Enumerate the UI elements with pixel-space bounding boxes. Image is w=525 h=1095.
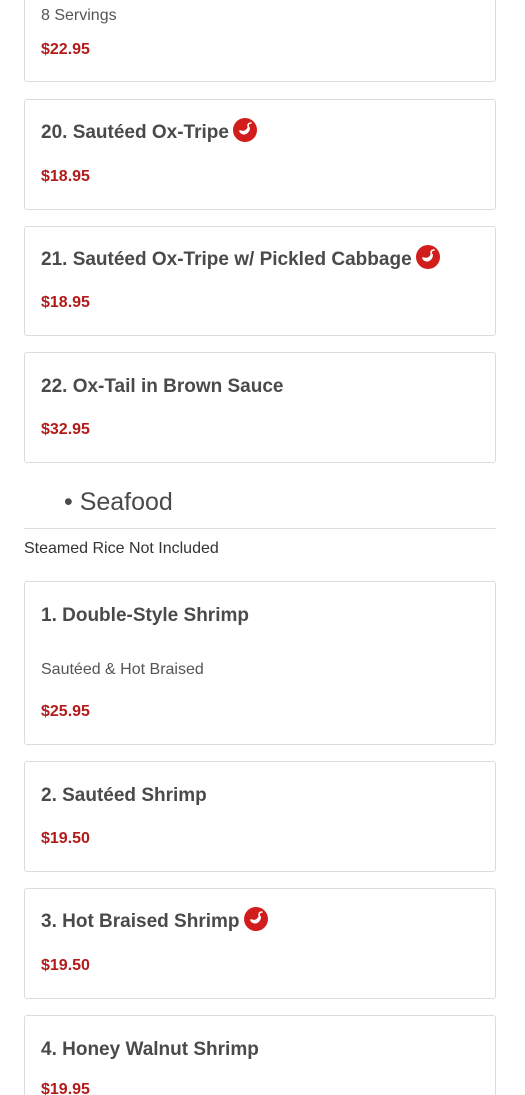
pepper-icon xyxy=(232,118,257,142)
item-description: Sautéed & Hot Braised xyxy=(41,661,204,678)
item-price: $25.95 xyxy=(41,703,90,720)
item-title: 1. Double-Style Shrimp xyxy=(41,605,249,627)
menu-item-card[interactable]: 22. Ox-Tail in Brown Sauce $32.95 xyxy=(24,352,496,463)
menu-item-card[interactable]: 8 Servings $22.95 xyxy=(24,0,496,82)
item-name: 20. Sautéed Ox-Tripe xyxy=(41,122,229,143)
menu-item-card[interactable]: 3. Hot Braised Shrimp $19.50 xyxy=(24,888,496,999)
item-price: $32.95 xyxy=(41,421,90,438)
menu-item-card[interactable]: 21. Sautéed Ox-Tripe w/ Pickled Cabbage … xyxy=(24,226,496,336)
item-servings: 8 Servings xyxy=(41,7,117,24)
item-title: 2. Sautéed Shrimp xyxy=(41,785,207,807)
menu-page: 8 Servings $22.95 20. Sautéed Ox-Tripe $… xyxy=(0,0,525,1095)
menu-item-card[interactable]: 4. Honey Walnut Shrimp $19.95 xyxy=(24,1015,496,1095)
item-name: 2. Sautéed Shrimp xyxy=(41,785,207,806)
item-name: 1. Double-Style Shrimp xyxy=(41,605,249,626)
section-note: Steamed Rice Not Included xyxy=(24,540,219,557)
pepper-icon xyxy=(243,907,268,931)
item-title: 21. Sautéed Ox-Tripe w/ Pickled Cabbage xyxy=(41,245,440,271)
item-title: 20. Sautéed Ox-Tripe xyxy=(41,118,257,144)
item-price: $22.95 xyxy=(41,41,90,58)
menu-item-card[interactable]: 2. Sautéed Shrimp $19.50 xyxy=(24,761,496,872)
item-title: 4. Honey Walnut Shrimp xyxy=(41,1039,259,1061)
item-name: 3. Hot Braised Shrimp xyxy=(41,911,240,932)
item-price: $19.50 xyxy=(41,957,90,974)
menu-item-card[interactable]: 1. Double-Style Shrimp Sautéed & Hot Bra… xyxy=(24,581,496,745)
item-price: $19.50 xyxy=(41,830,90,847)
item-name: 4. Honey Walnut Shrimp xyxy=(41,1039,259,1060)
item-name: 21. Sautéed Ox-Tripe w/ Pickled Cabbage xyxy=(41,249,412,270)
pepper-icon xyxy=(415,245,440,269)
item-name: 22. Ox-Tail in Brown Sauce xyxy=(41,376,284,397)
item-title: 22. Ox-Tail in Brown Sauce xyxy=(41,376,284,398)
item-price: $18.95 xyxy=(41,294,90,311)
item-title: 3. Hot Braised Shrimp xyxy=(41,907,268,933)
section-title: • Seafood xyxy=(64,488,173,516)
section-divider xyxy=(24,528,496,529)
item-price: $18.95 xyxy=(41,168,90,185)
item-price: $19.95 xyxy=(41,1081,90,1095)
menu-item-card[interactable]: 20. Sautéed Ox-Tripe $18.95 xyxy=(24,99,496,210)
